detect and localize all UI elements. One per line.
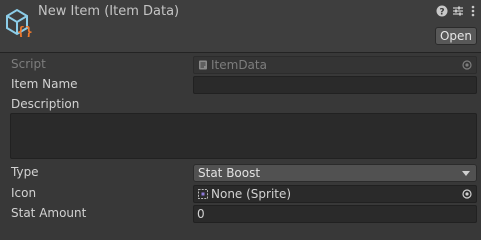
object-picker-icon [462,60,472,70]
scriptable-object-icon: {} [6,8,33,37]
svg-text:?: ? [439,8,444,17]
item-name-input[interactable] [193,76,477,94]
script-row: Script ItemData [0,55,481,75]
description-row: Description [0,95,481,115]
stat-amount-input[interactable]: 0 [193,205,477,223]
asset-title: New Item (Item Data) [38,4,180,19]
item-name-label: Item Name [11,77,78,91]
script-file-icon [199,60,207,70]
description-textarea[interactable] [10,113,477,159]
sprite-icon [198,189,208,199]
chevron-down-icon [462,171,470,176]
icon-row: Icon None (Sprite) [0,184,481,204]
type-label: Type [11,165,39,179]
stat-amount-row: Stat Amount 0 [0,204,481,224]
icon-value: None (Sprite) [211,187,292,201]
kebab-menu-icon[interactable] [467,5,479,17]
inspector-header: {} New Item (Item Data) ? Open [0,0,481,53]
icon-object-field[interactable]: None (Sprite) [193,185,477,203]
presets-icon[interactable] [452,5,464,17]
type-row: Type Stat Boost [0,163,481,183]
script-field: ItemData [193,56,477,74]
script-label: Script [11,57,46,71]
svg-text:{}: {} [17,25,33,37]
item-name-row: Item Name [0,75,481,95]
description-label: Description [11,97,80,111]
object-picker-icon[interactable] [462,189,472,199]
type-dropdown[interactable]: Stat Boost [193,164,477,182]
type-selected-value: Stat Boost [198,166,261,180]
open-button[interactable]: Open [435,27,477,45]
script-value: ItemData [211,58,267,72]
icon-label: Icon [11,186,37,200]
stat-amount-label: Stat Amount [11,206,87,220]
help-icon[interactable]: ? [436,5,448,17]
